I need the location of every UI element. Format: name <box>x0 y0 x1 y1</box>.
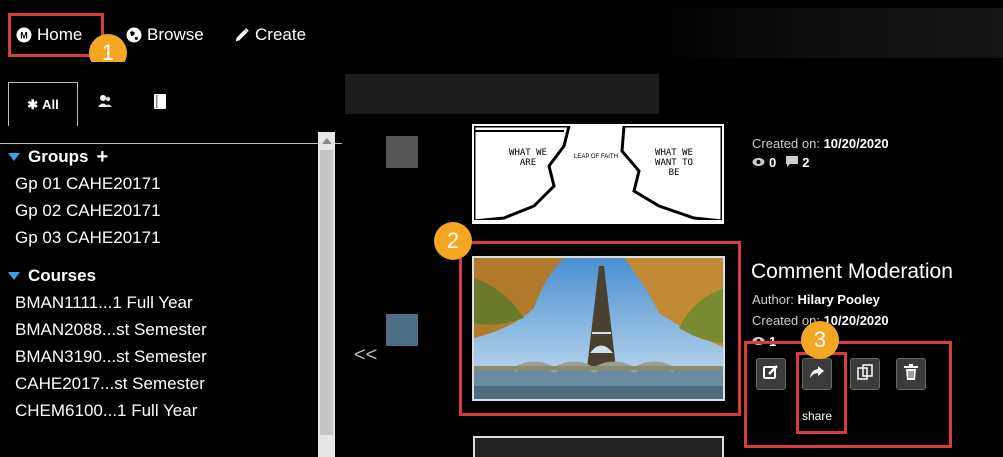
highlight-thumbnail <box>459 241 741 416</box>
card2-color-marker <box>386 314 418 346</box>
group-item[interactable]: Gp 01 CAHE20171 <box>8 170 308 197</box>
book-icon <box>154 93 166 112</box>
course-item[interactable]: BMAN1111...1 Full Year <box>8 289 308 316</box>
created-date: 10/20/2020 <box>823 136 889 151</box>
top-navigation: M Home Browse Create <box>0 0 1003 62</box>
created-label: Created on: <box>752 136 820 151</box>
tab-all[interactable]: ✱ All <box>8 82 78 126</box>
highlight-actions <box>744 341 952 448</box>
browse-nav-link[interactable]: Browse <box>126 24 204 46</box>
create-nav-link[interactable]: Create <box>234 24 306 46</box>
blurred-header-area <box>660 8 1003 58</box>
card1-views: 0 <box>769 155 777 170</box>
sidebar-tabs: ✱ All <box>0 82 342 144</box>
browse-label: Browse <box>147 25 204 44</box>
course-item[interactable]: BMAN2088...st Semester <box>8 316 308 343</box>
card1-text-left: WHAT WE ARE <box>509 148 547 168</box>
add-group-icon[interactable]: + <box>96 146 108 169</box>
card1-bottom-edge <box>472 220 724 224</box>
course-item[interactable]: BMAN3190...st Semester <box>8 343 308 370</box>
collapse-panel-button[interactable]: << <box>354 344 377 367</box>
card1-text-mid: LEAP OF FAITH <box>574 154 618 160</box>
courses-heading[interactable]: Courses <box>8 263 308 289</box>
sidebar-scrollbar[interactable] <box>318 132 335 457</box>
group-item[interactable]: Gp 03 CAHE20171 <box>8 224 308 251</box>
tab-people[interactable] <box>85 82 125 123</box>
card1-created: Created on: 10/20/2020 <box>752 136 889 151</box>
groups-heading[interactable]: Groups + <box>8 144 308 170</box>
scroll-thumb[interactable] <box>320 150 333 435</box>
tab-book[interactable] <box>140 82 180 123</box>
card3-thumbnail-partial[interactable] <box>473 436 724 457</box>
card1-comments: 2 <box>802 155 810 170</box>
card1-color-marker <box>386 136 418 168</box>
collapse-triangle-icon <box>8 272 20 280</box>
eye-icon <box>752 155 765 170</box>
pencil-icon <box>234 27 250 43</box>
course-item[interactable]: CAHE2017...st Semester <box>8 370 308 397</box>
annotation-badge-2: 2 <box>434 222 472 260</box>
card1-stats: 0 2 <box>752 155 809 170</box>
sidebar-list: Groups + Gp 01 CAHE20171 Gp 02 CAHE20171… <box>8 144 308 424</box>
comment-icon <box>786 155 799 170</box>
people-icon <box>97 94 113 111</box>
card2-title[interactable]: Comment Moderation <box>751 260 953 284</box>
card2-author: Author: Hilary Pooley <box>752 292 880 307</box>
card1-text-right: WHAT WE WANT TO BE <box>655 148 693 178</box>
author-name[interactable]: Hilary Pooley <box>798 292 880 307</box>
scroll-up-arrow-icon[interactable] <box>322 138 332 144</box>
sidebar: ✱ All Groups + Gp 01 CAHE20171 Gp 02 CAH… <box>0 62 342 457</box>
groups-heading-label: Groups <box>28 147 89 166</box>
globe-icon <box>126 27 142 43</box>
annotation-badge-3: 3 <box>801 321 839 359</box>
asterisk-icon: ✱ <box>27 96 39 112</box>
card1-thumbnail[interactable]: WHAT WE ARE LEAP OF FAITH WHAT WE WANT T… <box>472 124 724 223</box>
author-label: Author: <box>752 292 794 307</box>
highlight-share <box>796 352 847 434</box>
course-item[interactable]: CHEM6100...1 Full Year <box>8 397 308 424</box>
tab-all-label: All <box>42 97 59 112</box>
collapse-triangle-icon <box>8 153 20 161</box>
group-item[interactable]: Gp 02 CAHE20171 <box>8 197 308 224</box>
courses-heading-label: Courses <box>28 266 97 285</box>
create-label: Create <box>255 25 307 44</box>
blurred-toolbar <box>345 74 659 114</box>
